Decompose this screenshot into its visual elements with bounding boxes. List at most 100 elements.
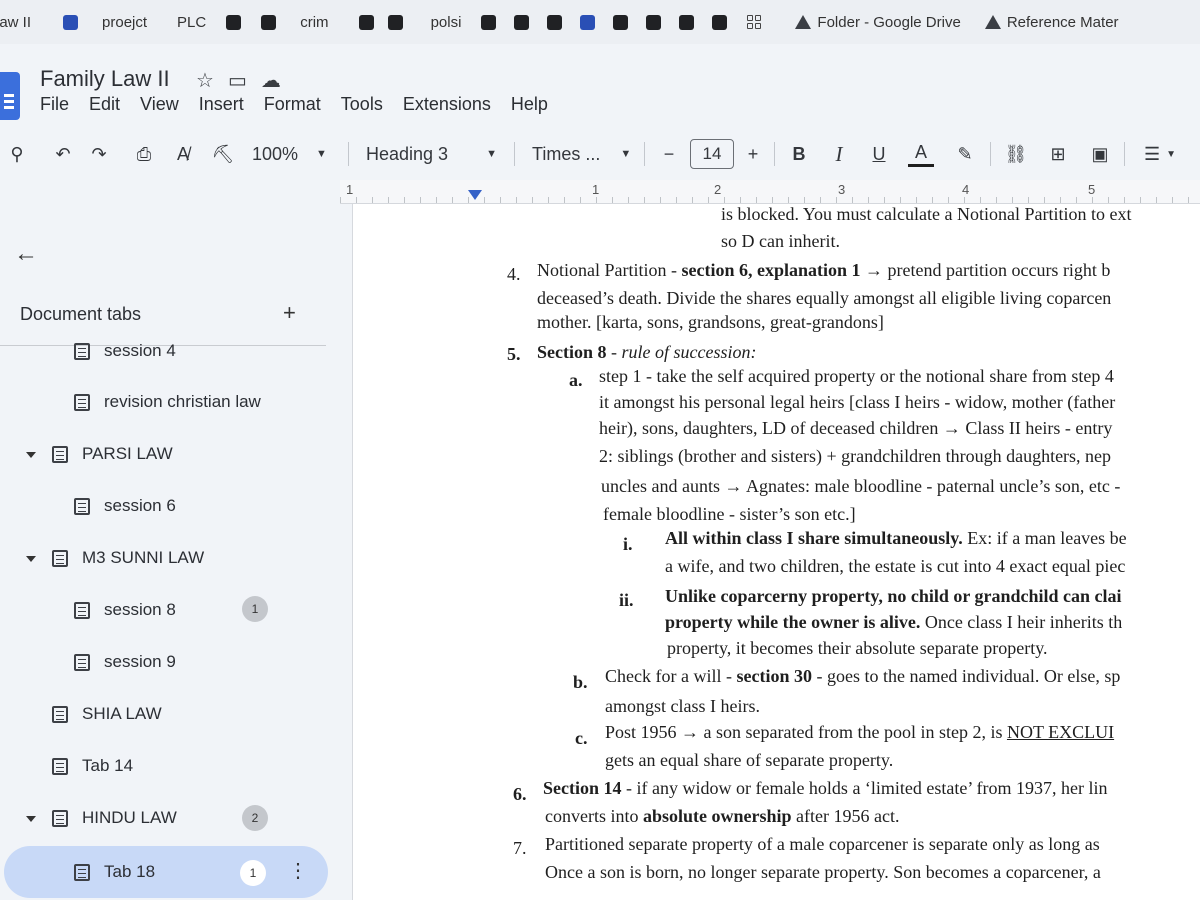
insert-link-button[interactable]: ⛓ [1002, 132, 1030, 176]
menu-bar: File Edit View Insert Format Tools Exten… [40, 94, 548, 115]
doc-line: step 1 - take the self acquired property… [599, 366, 1114, 386]
document-icon [52, 445, 68, 463]
text-run: absolute ownership [642, 806, 792, 826]
tab-label: M3 SUNNI LAW [82, 548, 205, 567]
tab-session-9[interactable]: session 9 [74, 642, 176, 682]
zoom-select[interactable]: 100% ▼ [252, 132, 334, 176]
bookmark-google-drive[interactable]: Folder - Google Drive [785, 7, 970, 37]
doc-line: Section 8 - rule of succession: [537, 342, 756, 363]
font-select[interactable]: Times ... ▼ [532, 132, 632, 176]
bookmark-reference[interactable]: Reference Mater [975, 7, 1129, 37]
cloud-status-icon[interactable]: ☁ [261, 68, 281, 93]
tab-14[interactable]: Tab 14 [52, 746, 133, 786]
plus-icon: + [747, 143, 759, 164]
back-arrow-icon[interactable]: ← [14, 240, 38, 268]
search-menus-button[interactable]: ⚲ [4, 132, 30, 176]
bookmark-favicon-icon [226, 14, 242, 30]
underline-button[interactable]: U [868, 132, 890, 176]
font-size-input[interactable]: 14 [688, 132, 736, 176]
document-title[interactable]: Family Law II [40, 66, 170, 92]
toolbar-divider [990, 142, 991, 166]
chevron-down-icon[interactable] [26, 816, 36, 822]
chevron-down-icon[interactable] [26, 556, 36, 562]
text-run: - if any widow or female holds a ‘limite… [621, 778, 1108, 798]
menu-extensions[interactable]: Extensions [403, 94, 491, 115]
tab-shia-law[interactable]: SHIA LAW [52, 694, 162, 734]
tab-revision-christian-law[interactable]: revision christian law [74, 382, 261, 422]
text-run: rule of succession: [621, 342, 757, 362]
tab-hindu-law[interactable]: HINDU LAW [52, 798, 177, 838]
undo-button[interactable]: ↶ [50, 132, 76, 176]
indent-marker-icon[interactable] [468, 190, 482, 200]
bookmark-favicon-icon [387, 14, 403, 30]
ruler-mark: 5 [1088, 182, 1096, 197]
menu-help[interactable]: Help [511, 94, 548, 115]
doc-line: Once a son is born, no longer separate p… [545, 862, 1101, 882]
menu-edit[interactable]: Edit [89, 94, 120, 115]
align-select[interactable]: ☰ ▼ [1136, 132, 1184, 176]
redo-icon: ↷ [91, 143, 107, 164]
move-folder-icon[interactable]: ▭ [228, 68, 247, 93]
italic-button[interactable]: I [828, 132, 850, 176]
doc-line: so D can inherit. [721, 231, 840, 251]
image-icon: ▣ [1091, 143, 1109, 164]
tab-session-8[interactable]: session 8 [74, 590, 176, 630]
apps-grid-button[interactable] [737, 7, 771, 37]
ruler[interactable]: 1 1 2 3 4 5 [340, 180, 1200, 204]
decrease-font-size-button[interactable]: − [658, 132, 680, 176]
print-button[interactable]: ⎙ [130, 132, 158, 176]
paragraph-style-value: Heading 3 [366, 143, 449, 164]
bookmark-law-ii[interactable]: law II [0, 7, 41, 37]
increase-font-size-button[interactable]: + [742, 132, 764, 176]
document-page[interactable]: is blocked. You must calculate a Notiona… [352, 204, 1200, 900]
paint-format-button[interactable]: ⛏ [210, 132, 236, 176]
bookmark-favicon-icon [481, 14, 497, 30]
add-tab-button[interactable]: + [283, 300, 296, 326]
paragraph-style-select[interactable]: Heading 3 ▼ [366, 132, 498, 176]
align-left-icon: ☰ [1143, 143, 1161, 164]
menu-insert[interactable]: Insert [199, 94, 244, 115]
insert-image-button[interactable]: ▣ [1086, 132, 1114, 176]
text-run: property while the owner is alive. [665, 612, 921, 632]
insert-comment-button[interactable]: ⊞ [1044, 132, 1072, 176]
text-color-swatch [908, 163, 934, 167]
bookmark-plc[interactable]: PLC [167, 7, 216, 37]
tab-m3-sunni-law[interactable]: M3 SUNNI LAW [52, 538, 204, 578]
tab-label: Tab 18 [104, 862, 156, 881]
menu-view[interactable]: View [140, 94, 179, 115]
bookmark-favicon-icon [712, 14, 728, 30]
tab-18[interactable]: Tab 18 [74, 852, 155, 892]
menu-file[interactable]: File [40, 94, 69, 115]
highlight-button[interactable]: ✎ [952, 132, 978, 176]
bookmark-label: PLC [177, 13, 207, 31]
spellcheck-button[interactable]: A̸ [170, 132, 196, 176]
tab-session-4[interactable]: session 4 [74, 336, 176, 366]
chevron-down-icon[interactable] [26, 452, 36, 458]
text-run: Check for a will - [605, 666, 737, 686]
list-number: ii. [619, 590, 634, 610]
doc-line: Partitioned separate property of a male … [545, 834, 1100, 854]
more-options-icon[interactable]: ⋮ [288, 858, 308, 883]
underline-icon: U [872, 143, 886, 164]
doc-line: heir), sons, daughters, LD of deceased c… [599, 418, 1113, 438]
bookmark-folder-a[interactable] [216, 7, 251, 37]
menu-format[interactable]: Format [264, 94, 321, 115]
print-icon: ⎙ [136, 143, 152, 164]
bold-button[interactable]: B [788, 132, 810, 176]
bookmark-icons-row[interactable] [471, 7, 737, 37]
bookmark-polsi[interactable]: polsi [421, 7, 472, 37]
bookmark-label: proejct [102, 13, 148, 31]
menu-tools[interactable]: Tools [341, 94, 383, 115]
docs-logo-icon[interactable] [0, 72, 20, 120]
bookmark-proejct[interactable]: proejct [53, 7, 157, 37]
star-icon[interactable]: ☆ [196, 68, 214, 93]
doc-line: 2: siblings (brother and sisters) + gran… [599, 446, 1112, 466]
bookmark-folder-b[interactable] [349, 7, 413, 37]
ruler-mark: 1 [346, 182, 354, 197]
tab-session-6[interactable]: session 6 [74, 486, 176, 526]
bookmark-crim[interactable]: crim [251, 7, 338, 37]
redo-button[interactable]: ↷ [86, 132, 112, 176]
text-color-button[interactable]: A [906, 132, 936, 176]
tab-parsi-law[interactable]: PARSI LAW [52, 434, 173, 474]
document-icon [74, 497, 90, 515]
